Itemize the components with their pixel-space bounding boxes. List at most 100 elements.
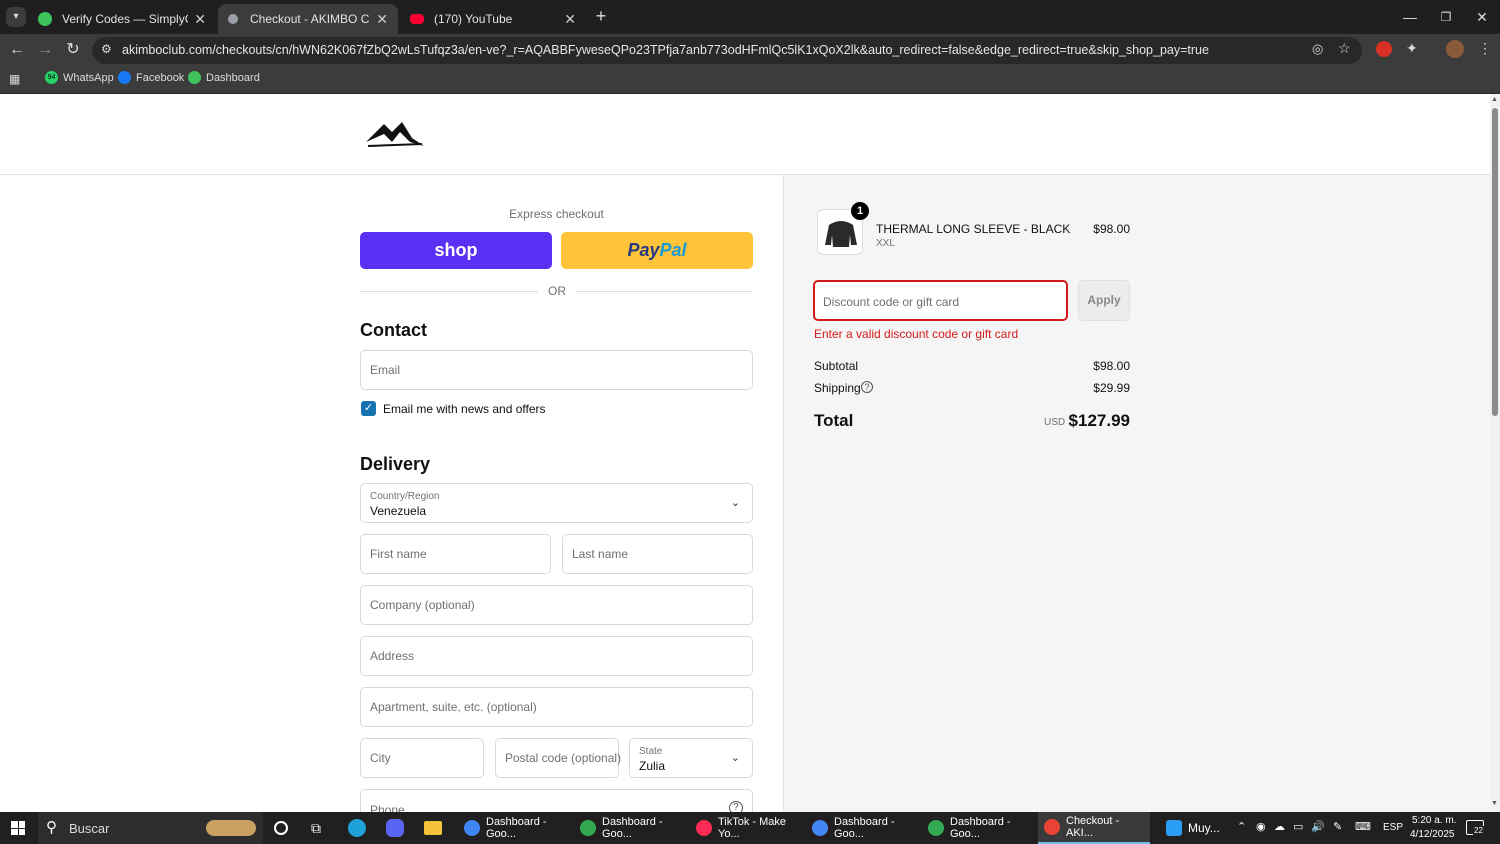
- tab-checkout[interactable]: Checkout - AKIMBO CLUB ✕: [218, 4, 398, 34]
- store-header: [0, 94, 1490, 175]
- show-hidden-icons-icon[interactable]: ⌃: [1237, 820, 1246, 833]
- back-icon[interactable]: ←: [6, 39, 28, 61]
- tab-search-icon[interactable]: ▾: [6, 7, 26, 27]
- display-icon[interactable]: ▭: [1293, 820, 1303, 833]
- city-field[interactable]: City: [360, 738, 484, 778]
- help-circle-icon[interactable]: ?: [729, 801, 743, 812]
- apps-grid-icon[interactable]: ▦: [9, 72, 20, 86]
- new-tab-button[interactable]: +: [592, 6, 610, 27]
- browser-toolbar: ← → ↻ ⚙ akimboclub.com/checkouts/cn/hWN6…: [0, 34, 1500, 66]
- onedrive-icon[interactable]: ☁: [1274, 820, 1285, 833]
- tracking-protection-icon[interactable]: ◎: [1312, 41, 1323, 57]
- state-select[interactable]: State Zulia ⌄: [629, 738, 753, 778]
- address-field[interactable]: Address: [360, 636, 753, 676]
- close-window-icon[interactable]: ✕: [1470, 6, 1494, 28]
- help-circle-icon[interactable]: ?: [861, 381, 873, 393]
- newsletter-checkbox[interactable]: ✓: [361, 401, 376, 416]
- shop-pay-label: shop: [434, 240, 478, 260]
- bookmark-dashboard[interactable]: Dashboard: [188, 71, 260, 84]
- bookmark-whatsapp[interactable]: 94 WhatsApp: [45, 71, 114, 84]
- taskbar-app-label: Dashboard - Goo...: [602, 816, 663, 840]
- bookmark-facebook[interactable]: Facebook: [118, 71, 184, 84]
- last-name-field[interactable]: Last name: [562, 534, 753, 574]
- windows-start-icon[interactable]: [11, 821, 25, 835]
- total-label: Total: [814, 411, 854, 430]
- whatsapp-icon: 94: [45, 71, 58, 84]
- divider-line: [360, 291, 538, 292]
- clock-time[interactable]: 5:20 a. m.: [1412, 815, 1456, 826]
- scroll-up-arrow[interactable]: ▲: [1491, 96, 1498, 103]
- apartment-field[interactable]: Apartment, suite, etc. (optional): [360, 687, 753, 727]
- page-scrollbar[interactable]: ▲ ▼: [1490, 94, 1500, 812]
- minimize-icon[interactable]: —: [1398, 6, 1422, 28]
- tab-title: Verify Codes — SimplyCodes: [62, 12, 188, 26]
- task-view-icon[interactable]: ⧉: [311, 820, 321, 837]
- taskbar-app-chrome-tiktok[interactable]: TikTok - Make Yo...: [690, 812, 802, 844]
- volume-icon[interactable]: 🔊: [1311, 820, 1325, 833]
- clock-date[interactable]: 4/12/2025: [1410, 829, 1455, 840]
- url-text: akimboclub.com/checkouts/cn/hWN62K067fZb…: [122, 43, 1209, 57]
- country-select[interactable]: Country/Region Venezuela ⌄: [360, 483, 753, 523]
- postal-code-field[interactable]: Postal code (optional): [495, 738, 621, 778]
- extensions-puzzle-icon[interactable]: ✦: [1406, 40, 1418, 57]
- shipping-label: Shipping: [814, 381, 861, 395]
- tab-title: Checkout - AKIMBO CLUB: [250, 12, 370, 26]
- country-label: Country/Region: [370, 491, 440, 502]
- taskbar-app-chrome-dashboard-2[interactable]: Dashboard - Goo...: [574, 812, 686, 844]
- site-info-icon[interactable]: ⚙: [101, 42, 112, 56]
- phone-field[interactable]: Phone ?: [360, 789, 753, 812]
- youtube-icon: [410, 14, 424, 24]
- taskbar-search[interactable]: ⚲ Buscar: [38, 812, 263, 844]
- scrollbar-thumb[interactable]: [1492, 108, 1498, 416]
- taskbar-app-label: Dashboard - Goo...: [486, 816, 547, 840]
- bookmark-star-icon[interactable]: ☆: [1338, 40, 1351, 57]
- shop-pay-button[interactable]: shop: [360, 232, 552, 269]
- chevron-down-icon: ⌄: [730, 752, 740, 764]
- taskbar-app-chrome-dashboard-4[interactable]: Dashboard - Goo...: [922, 812, 1034, 844]
- reload-icon[interactable]: ↻: [62, 39, 84, 61]
- company-field[interactable]: Company (optional): [360, 585, 753, 625]
- weather-icon: [1166, 820, 1182, 836]
- paypal-button[interactable]: PayPal: [561, 232, 753, 269]
- email-field[interactable]: Email: [360, 350, 753, 390]
- akimbo-logo[interactable]: [364, 120, 426, 150]
- address-placeholder: Address: [370, 649, 415, 663]
- discount-code-input[interactable]: Discount code or gift card: [813, 280, 1068, 321]
- taskbar-app-chrome-dashboard-3[interactable]: Dashboard - Goo...: [806, 812, 918, 844]
- scroll-down-arrow[interactable]: ▼: [1491, 800, 1498, 807]
- discount-error-message: Enter a valid discount code or gift card: [814, 327, 1019, 341]
- notifications-icon[interactable]: 22: [1466, 820, 1484, 835]
- city-placeholder: City: [370, 751, 391, 765]
- keyboard-icon[interactable]: ⌨: [1355, 820, 1371, 833]
- file-explorer-icon[interactable]: [424, 821, 442, 835]
- first-name-field[interactable]: First name: [360, 534, 551, 574]
- close-tab-icon[interactable]: ✕: [564, 11, 576, 28]
- cortana-icon[interactable]: [274, 821, 288, 835]
- pen-icon[interactable]: ✎: [1333, 820, 1342, 833]
- simplycodes-icon: [38, 12, 52, 26]
- weather-widget[interactable]: Muy...: [1160, 812, 1230, 844]
- tab-youtube[interactable]: (170) YouTube ✕: [400, 4, 586, 34]
- close-tab-icon[interactable]: ✕: [194, 11, 206, 28]
- weather-label: Muy...: [1188, 821, 1220, 835]
- apply-label: Apply: [1087, 293, 1121, 307]
- search-label: Buscar: [69, 821, 110, 836]
- discord-icon[interactable]: [386, 819, 404, 837]
- total-value: $127.99: [1068, 411, 1130, 430]
- edge-icon[interactable]: [348, 819, 366, 837]
- taskbar-app-chrome-dashboard-1[interactable]: Dashboard - Goo...: [458, 812, 570, 844]
- paypal-label-pal: Pal: [659, 240, 687, 260]
- apply-button[interactable]: Apply: [1078, 280, 1130, 321]
- extension-icon[interactable]: [1376, 41, 1392, 57]
- address-bar[interactable]: ⚙ akimboclub.com/checkouts/cn/hWN62K067f…: [92, 37, 1362, 64]
- forward-icon[interactable]: →: [34, 39, 56, 61]
- tab-simplycodes[interactable]: Verify Codes — SimplyCodes ✕: [28, 4, 216, 34]
- taskbar-app-chrome-checkout[interactable]: Checkout - AKI...: [1038, 812, 1150, 844]
- profile-avatar[interactable]: [1446, 40, 1464, 58]
- menu-icon[interactable]: ⋮: [1478, 40, 1492, 57]
- close-tab-icon[interactable]: ✕: [376, 11, 388, 28]
- restore-icon[interactable]: ❐: [1434, 6, 1458, 28]
- meet-now-icon[interactable]: ◉: [1256, 820, 1266, 833]
- chrome-icon: [696, 820, 712, 836]
- language-indicator[interactable]: ESP: [1383, 822, 1403, 833]
